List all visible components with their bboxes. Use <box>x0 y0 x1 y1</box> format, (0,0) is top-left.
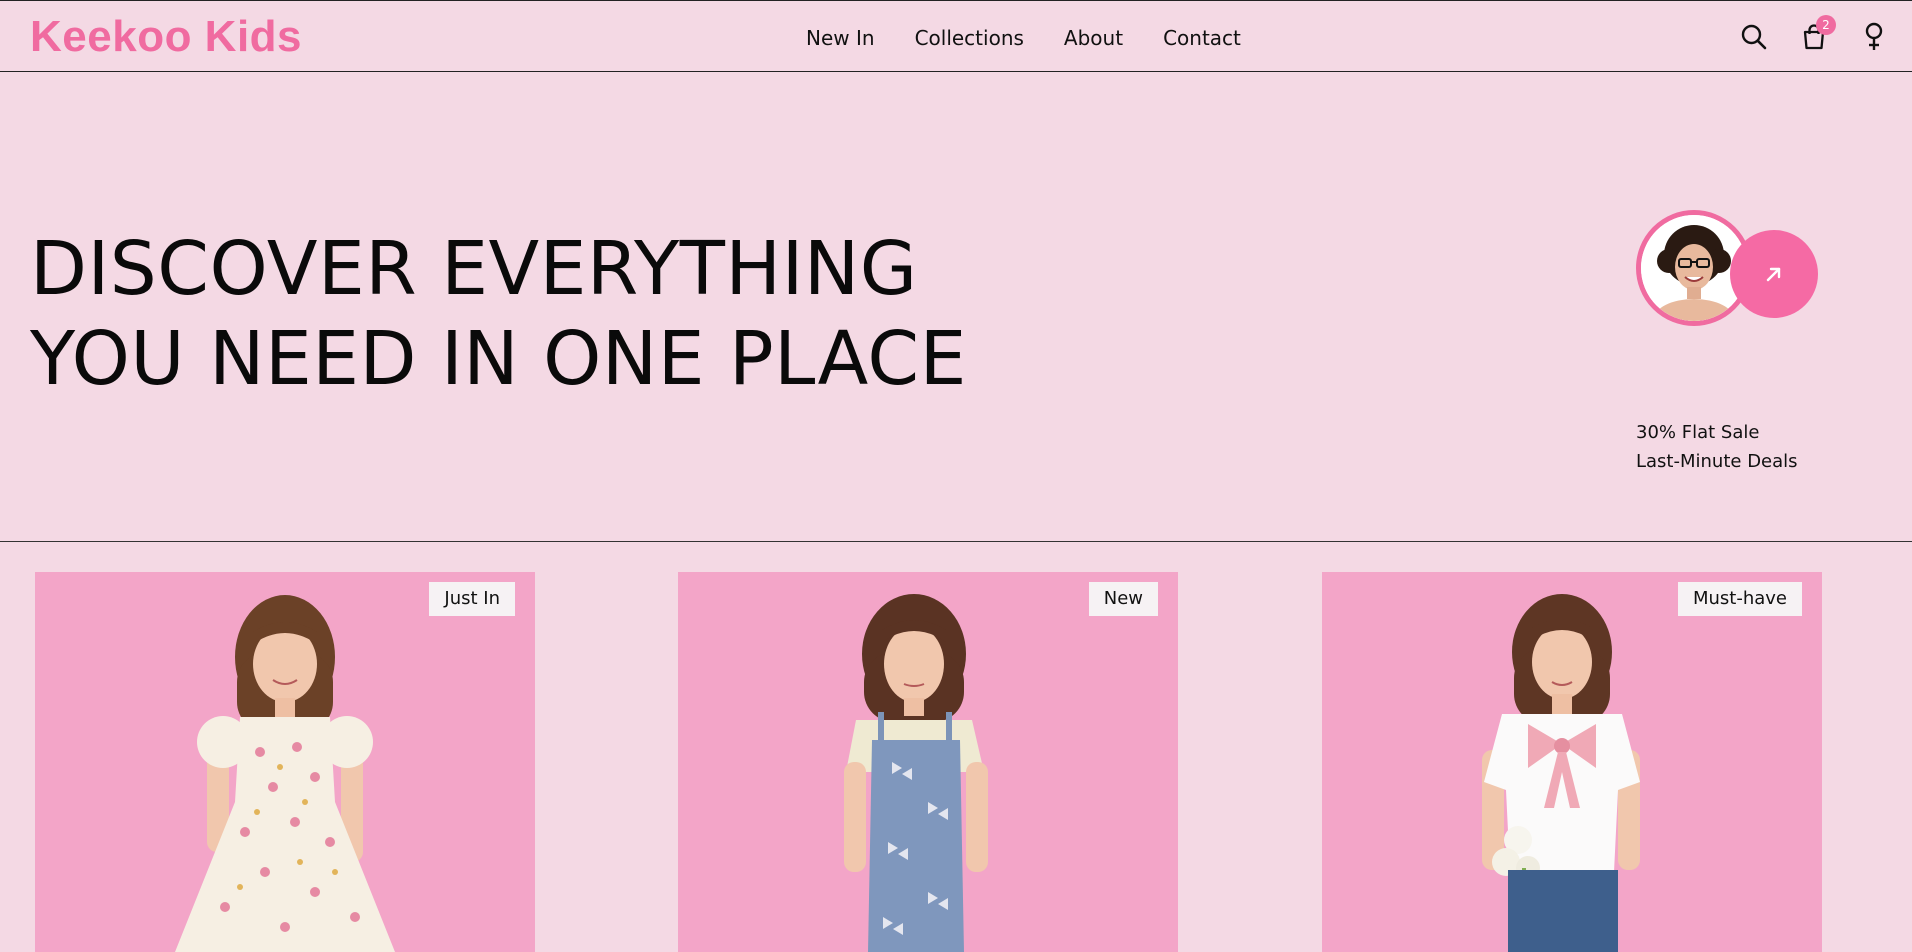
hero-title-line-2: YOU NEED IN ONE PLACE <box>30 316 967 402</box>
promo-line-2: Last-Minute Deals <box>1636 451 1798 472</box>
hero-section: DISCOVER EVERYTHING YOU NEED IN ONE PLAC… <box>0 72 1912 542</box>
brand-logo[interactable]: Keekoo Kids <box>30 12 302 62</box>
female-symbol-icon <box>1865 22 1883 50</box>
product-card-2[interactable]: New <box>678 572 1178 952</box>
hero-title: DISCOVER EVERYTHING YOU NEED IN ONE PLAC… <box>30 224 967 404</box>
search-icon <box>1741 24 1767 50</box>
main-nav: New In Collections About Contact <box>806 25 1241 51</box>
promo-text: 30% Flat Sale Last-Minute Deals <box>1636 418 1798 476</box>
site-header: Keekoo Kids New In Collections About Con… <box>0 0 1912 72</box>
promo-line-1: 30% Flat Sale <box>1636 422 1760 443</box>
product-tag: Just In <box>429 582 515 616</box>
product-card-3[interactable]: Must-have <box>1322 572 1822 952</box>
product-tag: Must-have <box>1677 582 1802 616</box>
promo-arrow-button[interactable] <box>1730 230 1818 318</box>
product-tag: New <box>1088 582 1158 616</box>
nav-collections[interactable]: Collections <box>915 25 1024 51</box>
product-card-1[interactable]: Just In <box>35 572 535 952</box>
account-button[interactable] <box>1856 19 1892 55</box>
nav-contact[interactable]: Contact <box>1163 25 1241 51</box>
promo-widget: 30% Flat Sale Last-Minute Deals <box>1636 210 1876 472</box>
search-button[interactable] <box>1736 19 1772 55</box>
cart-button[interactable]: 2 <box>1796 15 1836 55</box>
girl-bow-tee-jeans-image <box>1482 594 1640 952</box>
nav-new-in[interactable]: New In <box>806 25 875 51</box>
cart-count-badge: 2 <box>1816 15 1836 35</box>
arrow-up-right-icon <box>1766 267 1781 282</box>
hero-title-line-1: DISCOVER EVERYTHING <box>30 226 918 312</box>
nav-about[interactable]: About <box>1064 25 1123 51</box>
girl-denim-overall-dress-image <box>844 594 988 952</box>
girl-floral-dress-image <box>175 595 395 952</box>
